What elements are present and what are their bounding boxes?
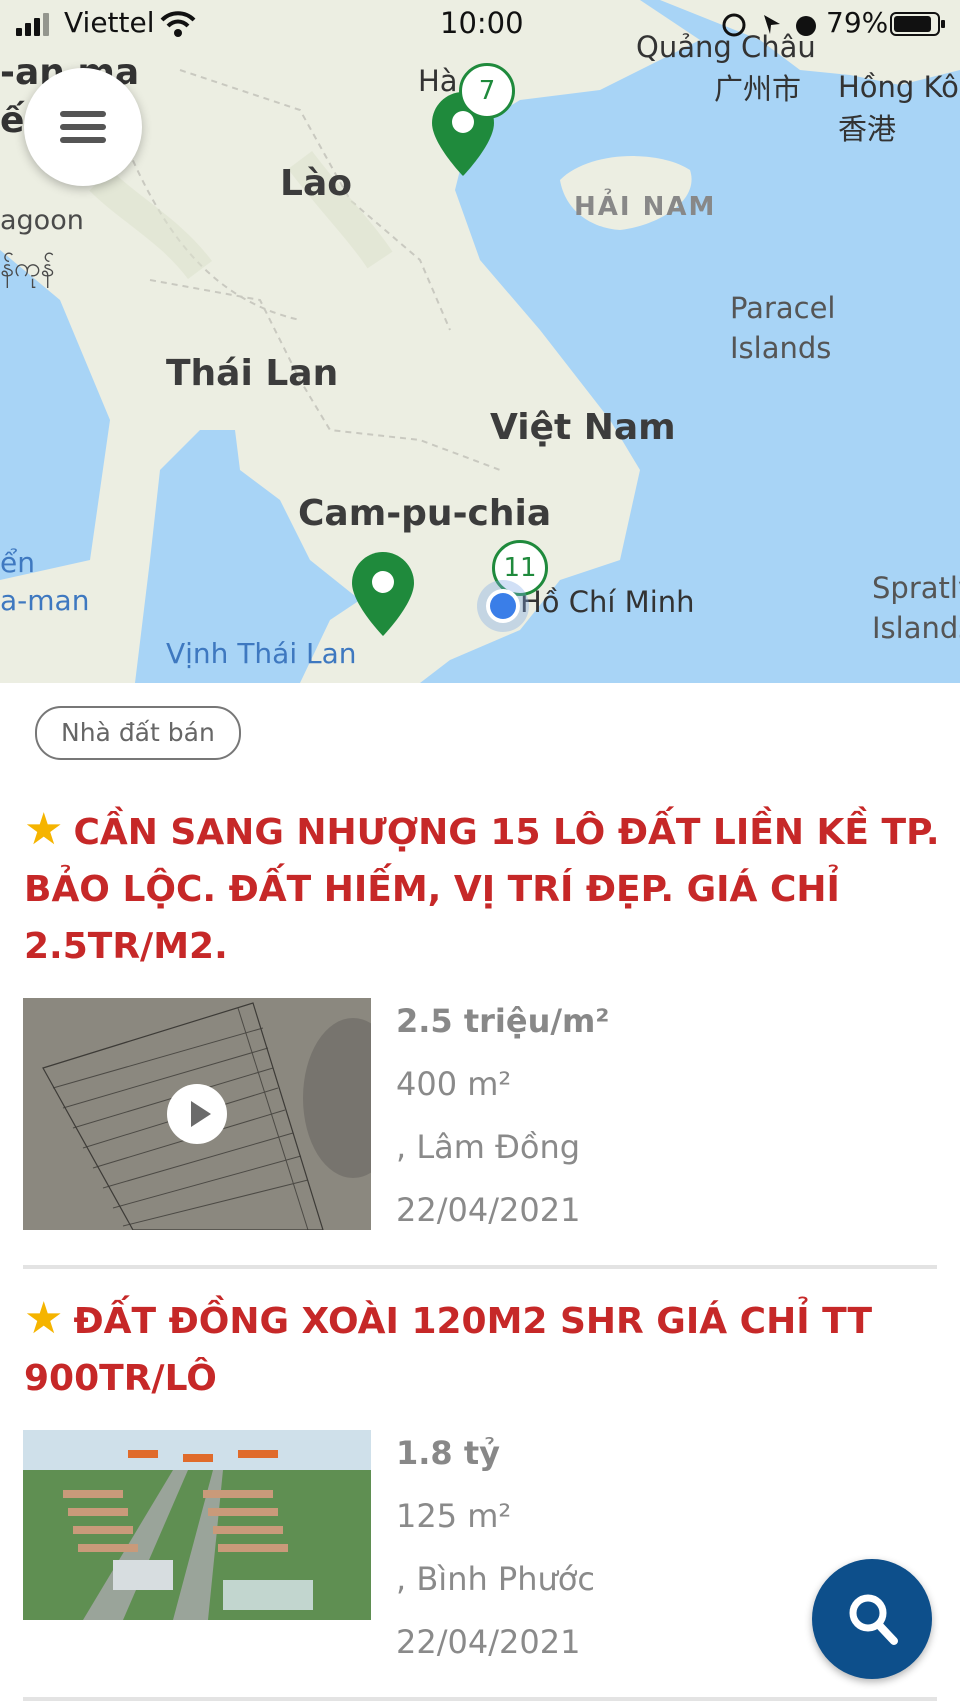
- map-label-lao: Lào: [280, 163, 352, 204]
- map-view[interactable]: -an ma ến agoon န်ကုန် Lào Hà Quảng Châu…: [0, 0, 960, 683]
- category-tag[interactable]: Nhà đất bán: [35, 706, 241, 760]
- map-cluster-north[interactable]: 7: [459, 63, 515, 119]
- map-label-spratly-2: Islands: [872, 611, 960, 645]
- search-icon: [849, 1594, 898, 1645]
- map-label: agoon: [0, 205, 84, 236]
- map-label: a-man: [0, 584, 90, 617]
- listing-date: 22/04/2021: [396, 1191, 581, 1229]
- map-label: န်ကုန်: [0, 252, 55, 283]
- map-label-viet-nam: Việt Nam: [490, 407, 676, 448]
- map-label-quang-chau-cn: 广州市: [714, 72, 802, 106]
- wifi-icon: [160, 11, 196, 37]
- map-label-paracel-2: Islands: [730, 331, 832, 365]
- current-location-icon: [477, 580, 529, 632]
- carrier-name: Viettel: [64, 6, 155, 39]
- map-label: ển: [0, 546, 35, 579]
- map-pin-icon[interactable]: [352, 552, 414, 636]
- star-icon: ★: [24, 804, 64, 855]
- listing-area: 125 m²: [396, 1497, 512, 1535]
- listing-title[interactable]: ★ ĐẤT ĐỒNG XOÀI 120M2 SHR GIÁ CHỈ TT 900T…: [24, 1290, 944, 1407]
- map-label-hai-nam: HẢI NAM: [574, 192, 717, 222]
- map-label-vinh-thai-lan: Vịnh Thái Lan: [166, 637, 357, 670]
- search-button[interactable]: [812, 1559, 932, 1679]
- listing-info: 2.5 triệu/m² 400 m² , Lâm Đồng 22/04/202…: [396, 990, 609, 1242]
- listing-title[interactable]: ★ CẦN SANG NHƯỢNG 15 LÔ ĐẤT LIỀN KỀ TP. B…: [24, 801, 944, 975]
- listing-title-text: ĐẤT ĐỒNG XOÀI 120M2 SHR GIÁ CHỈ TT 900TR…: [24, 1301, 873, 1399]
- status-time: 10:00: [440, 6, 524, 40]
- map-label-thai-lan: Thái Lan: [166, 353, 339, 394]
- map-label-hong-kong-cn: 香港: [838, 112, 897, 146]
- map-label-paracel: Paracel: [730, 291, 836, 325]
- listing-price: 2.5 triệu/m²: [396, 1002, 610, 1040]
- divider: [23, 1265, 937, 1269]
- listing-location: , Bình Phước: [396, 1560, 595, 1598]
- listing-thumbnail[interactable]: [23, 998, 371, 1230]
- listing-area: 400 m²: [396, 1065, 512, 1103]
- listing-date: 22/04/2021: [396, 1623, 581, 1661]
- listing-location: , Lâm Đồng: [396, 1128, 581, 1166]
- listing-title-text: CẦN SANG NHƯỢNG 15 LÔ ĐẤT LIỀN KỀ TP. BẢ…: [24, 812, 940, 967]
- map-label-cam-pu-chia: Cam-pu-chia: [298, 493, 552, 534]
- listing-price: 1.8 tỷ: [396, 1434, 500, 1472]
- menu-button[interactable]: [24, 68, 142, 186]
- status-icons: [722, 13, 816, 37]
- divider: [23, 1697, 937, 1701]
- map-label-hong-kong: Hồng Kô: [838, 70, 959, 104]
- signal-icon: [16, 13, 49, 36]
- status-bar: Viettel 10:00 79%: [0, 0, 960, 46]
- battery-percent: 79%: [826, 6, 889, 39]
- listing-info: 1.8 tỷ 125 m² , Bình Phước 22/04/2021: [396, 1422, 595, 1674]
- map-label-ho-chi-minh: Hồ Chí Minh: [520, 585, 695, 619]
- map-label-spratly: Spratly: [872, 571, 960, 605]
- star-icon: ★: [24, 1293, 64, 1344]
- listing-thumbnail[interactable]: [23, 1430, 371, 1662]
- project-render-image: [23, 1430, 371, 1662]
- battery-icon: [890, 12, 945, 36]
- play-icon[interactable]: [167, 1084, 227, 1144]
